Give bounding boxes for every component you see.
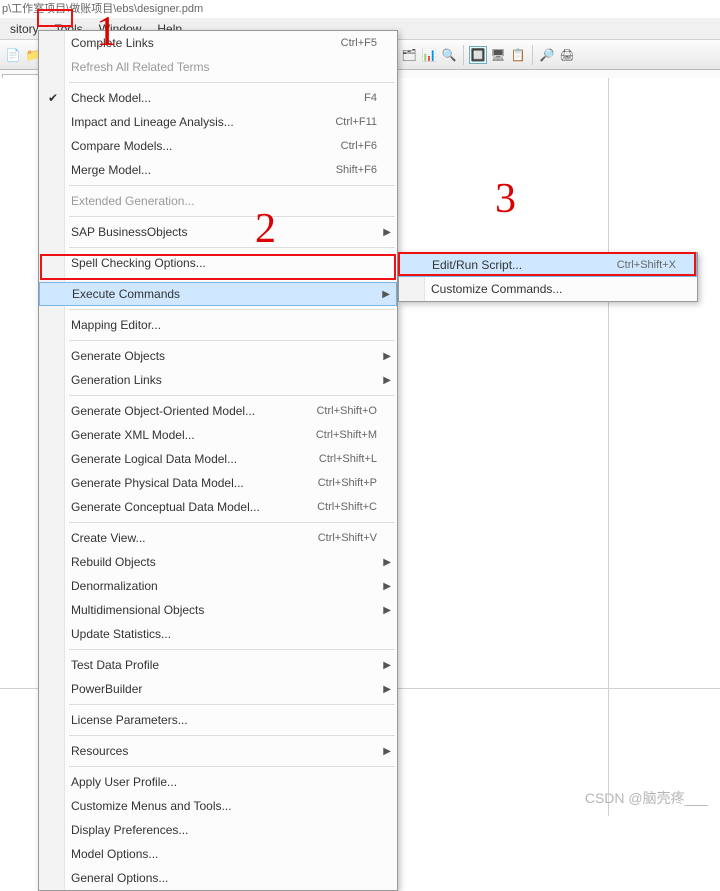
- toolbar-icon-r5[interactable]: 🖥: [489, 46, 507, 64]
- menu-gen-logical[interactable]: Generate Logical Data Model...Ctrl+Shift…: [39, 447, 397, 471]
- chevron-right-icon: ▶: [383, 605, 391, 616]
- menu-customize-menus[interactable]: Customize Menus and Tools...: [39, 794, 397, 818]
- chevron-right-icon: ▶: [383, 375, 391, 386]
- submenu-customize-commands[interactable]: Customize Commands...: [399, 277, 697, 301]
- menu-model-options[interactable]: Model Options...: [39, 842, 397, 866]
- chevron-right-icon: ▶: [383, 557, 391, 568]
- menu-refresh-related: Refresh All Related Terms: [39, 55, 397, 79]
- menu-gen-objects[interactable]: Generate Objects▶: [39, 344, 397, 368]
- menu-denorm[interactable]: Denormalization▶: [39, 574, 397, 598]
- menu-gen-xml[interactable]: Generate XML Model...Ctrl+Shift+M: [39, 423, 397, 447]
- menu-gen-conceptual[interactable]: Generate Conceptual Data Model...Ctrl+Sh…: [39, 495, 397, 519]
- menu-check-model[interactable]: ✔Check Model...F4: [39, 86, 397, 110]
- chevron-right-icon: ▶: [383, 581, 391, 592]
- tools-dropdown: Complete LinksCtrl+F5 Refresh All Relate…: [38, 30, 398, 891]
- menu-execute-commands[interactable]: Execute Commands▶: [39, 282, 397, 306]
- menu-test-data[interactable]: Test Data Profile▶: [39, 653, 397, 677]
- menu-spell[interactable]: Spell Checking Options...: [39, 251, 397, 275]
- chevron-right-icon: ▶: [383, 684, 391, 695]
- menu-impact[interactable]: Impact and Lineage Analysis...Ctrl+F11: [39, 110, 397, 134]
- toolbar-icon-r1[interactable]: 🗂: [400, 46, 418, 64]
- menu-multidim[interactable]: Multidimensional Objects▶: [39, 598, 397, 622]
- title-bar: p\工作室项目\做账项目\ebs\designer.pdm: [0, 0, 720, 18]
- menu-gen-oo[interactable]: Generate Object-Oriented Model...Ctrl+Sh…: [39, 399, 397, 423]
- toolbar-icon-r6[interactable]: 📋: [509, 46, 527, 64]
- watermark: CSDN @脑壳疼___: [585, 788, 708, 808]
- menu-sap[interactable]: SAP BusinessObjects▶: [39, 220, 397, 244]
- chevron-right-icon: ▶: [383, 227, 391, 238]
- menu-license[interactable]: License Parameters...: [39, 708, 397, 732]
- menu-display-prefs[interactable]: Display Preferences...: [39, 818, 397, 842]
- execute-submenu: Edit/Run Script...Ctrl+Shift+X Customize…: [398, 252, 698, 302]
- check-icon: ✔: [48, 91, 58, 105]
- menu-apply-profile[interactable]: Apply User Profile...: [39, 770, 397, 794]
- menu-general-options[interactable]: General Options...: [39, 866, 397, 890]
- menu-mapping[interactable]: Mapping Editor...: [39, 313, 397, 337]
- chevron-right-icon: ▶: [383, 351, 391, 362]
- menu-extended-gen: Extended Generation...: [39, 189, 397, 213]
- menu-merge[interactable]: Merge Model...Shift+F6: [39, 158, 397, 182]
- toolbar-icon-r7[interactable]: 🔎: [538, 46, 556, 64]
- menu-gen-physical[interactable]: Generate Physical Data Model...Ctrl+Shif…: [39, 471, 397, 495]
- menu-powerbuilder[interactable]: PowerBuilder▶: [39, 677, 397, 701]
- menu-update-stats[interactable]: Update Statistics...: [39, 622, 397, 646]
- menu-compare[interactable]: Compare Models...Ctrl+F6: [39, 134, 397, 158]
- menu-rebuild[interactable]: Rebuild Objects▶: [39, 550, 397, 574]
- toolbar-icon-r8[interactable]: 🖨: [558, 46, 576, 64]
- menu-create-view[interactable]: Create View...Ctrl+Shift+V: [39, 526, 397, 550]
- chevron-right-icon: ▶: [382, 289, 390, 300]
- toolbar-icon-r4[interactable]: 🔲: [469, 46, 487, 64]
- toolbar-icon-r2[interactable]: 📊: [420, 46, 438, 64]
- menu-resources[interactable]: Resources▶: [39, 739, 397, 763]
- toolbar-icon-r3[interactable]: 🔍: [440, 46, 458, 64]
- menu-complete-links[interactable]: Complete LinksCtrl+F5: [39, 31, 397, 55]
- chevron-right-icon: ▶: [383, 660, 391, 671]
- menu-gen-links[interactable]: Generation Links▶: [39, 368, 397, 392]
- toolbar-icon-1[interactable]: 📄: [4, 46, 22, 64]
- submenu-edit-run-script[interactable]: Edit/Run Script...Ctrl+Shift+X: [399, 253, 697, 277]
- chevron-right-icon: ▶: [383, 746, 391, 757]
